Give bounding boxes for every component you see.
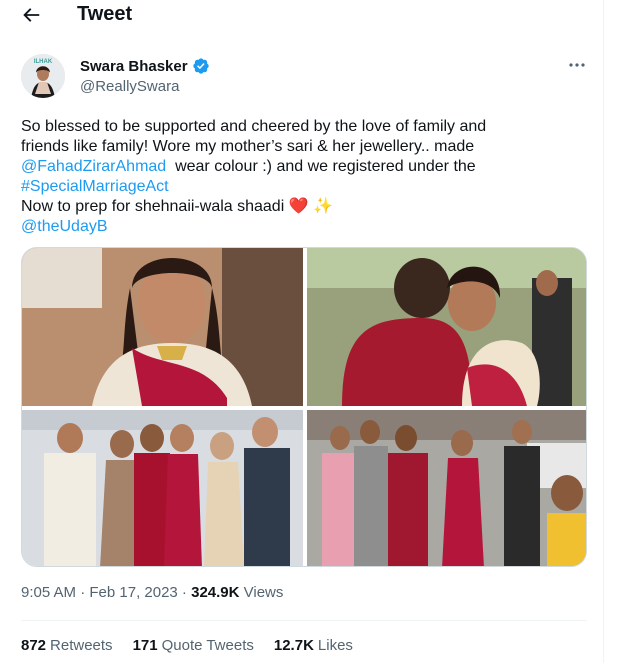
likes-count: 12.7K [273, 637, 314, 654]
tweet-line-1: So blessed to be supported and cheered b… [21, 118, 487, 135]
views-label: Views [239, 584, 284, 601]
mention-link[interactable]: @theUdayB [21, 217, 591, 237]
tweet-line-3: @FahadZirarAhmad wear colour :) and we r… [21, 157, 591, 177]
avatar[interactable]: ILHAK [21, 54, 65, 98]
engagement-stats: 872 Retweets 171 Quote Tweets 12.7K Likes [21, 637, 353, 654]
retweets-label: Retweets [50, 637, 113, 654]
tweet-page: Tweet ILHAK Swara Bhasker @ReallySwara S… [0, 0, 604, 663]
tweet-line-3-text: wear colour :) and we registered under t… [166, 158, 476, 175]
avatar-badge-text: ILHAK [34, 59, 53, 65]
author-name[interactable]: Swara Bhasker [80, 58, 188, 75]
tweet-text: So blessed to be supported and cheered b… [21, 117, 591, 237]
more-options-icon[interactable] [567, 57, 587, 73]
hashtag-link[interactable]: #SpecialMarriageAct [21, 177, 591, 197]
tweet-timestamp[interactable]: 9:05 AM · Feb 17, 2023 · [21, 584, 191, 601]
quote-tweets-label: Quote Tweets [161, 637, 254, 654]
tweet-line-5: Now to prep for shehnaii-wala shaadi ❤️ … [21, 197, 591, 217]
divider [21, 620, 587, 621]
media-gutter-horizontal [22, 406, 586, 410]
media-grid [21, 247, 587, 567]
avatar-image: ILHAK [21, 54, 65, 98]
quote-tweets-count: 171 [132, 637, 158, 654]
author-handle[interactable]: @ReallySwara [80, 78, 179, 95]
mention-link[interactable]: @FahadZirarAhmad [21, 158, 166, 175]
page-header: Tweet [0, 0, 604, 30]
page-title: Tweet [77, 3, 133, 25]
heart-sparkles-emoji: ❤️ ✨ [288, 198, 334, 215]
photo-3[interactable] [22, 410, 303, 567]
views-count: 324.9K [191, 584, 240, 601]
retweets-count: 872 [21, 637, 47, 654]
likes-stat[interactable]: 12.7K Likes [274, 637, 353, 654]
tweet-line-5-text: Now to prep for shehnaii-wala shaadi [21, 198, 285, 215]
likes-label: Likes [317, 637, 353, 654]
retweets-stat[interactable]: 872 Retweets [21, 637, 113, 654]
photo-2[interactable] [307, 248, 587, 406]
back-arrow-icon[interactable] [20, 4, 42, 26]
media-grid-svg [22, 248, 587, 567]
author-name-row[interactable]: Swara Bhasker [80, 57, 210, 75]
quote-tweets-stat[interactable]: 171 Quote Tweets [133, 637, 254, 654]
tweet-line-2: friends like family! Wore my mother’s sa… [21, 138, 475, 155]
photo-1[interactable] [22, 248, 303, 406]
tweet-meta: 9:05 AM · Feb 17, 2023 · 324.9K Views [21, 584, 283, 601]
photo-4[interactable] [307, 410, 587, 567]
verified-badge-icon [192, 58, 209, 74]
